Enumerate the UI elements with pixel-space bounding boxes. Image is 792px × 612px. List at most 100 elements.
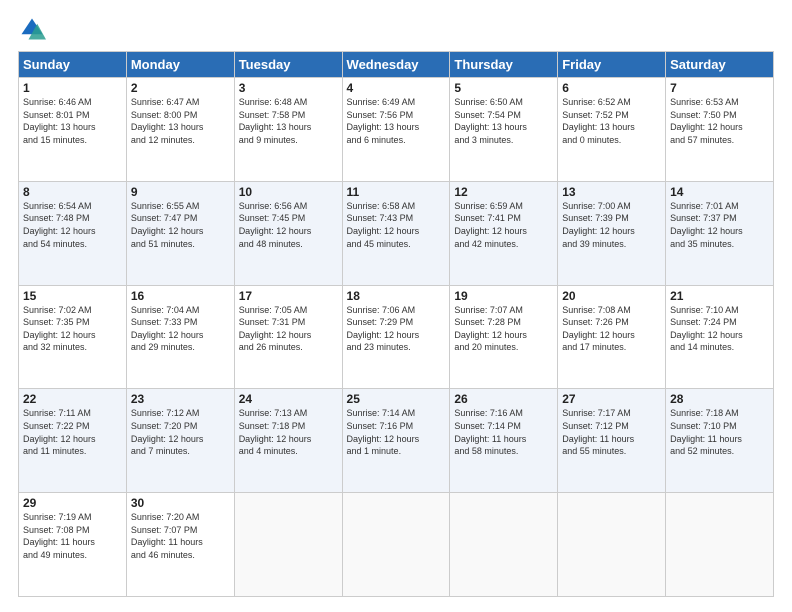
day-number: 28 <box>670 392 769 406</box>
logo <box>18 15 50 43</box>
calendar-cell: 25Sunrise: 7:14 AM Sunset: 7:16 PM Dayli… <box>342 389 450 493</box>
day-info: Sunrise: 7:11 AM Sunset: 7:22 PM Dayligh… <box>23 407 122 457</box>
header-cell-sunday: Sunday <box>19 52 127 78</box>
day-number: 30 <box>131 496 230 510</box>
calendar-cell: 29Sunrise: 7:19 AM Sunset: 7:08 PM Dayli… <box>19 493 127 597</box>
day-number: 16 <box>131 289 230 303</box>
day-number: 6 <box>562 81 661 95</box>
calendar-cell: 14Sunrise: 7:01 AM Sunset: 7:37 PM Dayli… <box>666 181 774 285</box>
header-cell-friday: Friday <box>558 52 666 78</box>
day-info: Sunrise: 7:12 AM Sunset: 7:20 PM Dayligh… <box>131 407 230 457</box>
day-number: 29 <box>23 496 122 510</box>
day-number: 23 <box>131 392 230 406</box>
day-number: 3 <box>239 81 338 95</box>
calendar-cell: 23Sunrise: 7:12 AM Sunset: 7:20 PM Dayli… <box>126 389 234 493</box>
day-info: Sunrise: 6:59 AM Sunset: 7:41 PM Dayligh… <box>454 200 553 250</box>
calendar-cell: 13Sunrise: 7:00 AM Sunset: 7:39 PM Dayli… <box>558 181 666 285</box>
calendar-cell: 12Sunrise: 6:59 AM Sunset: 7:41 PM Dayli… <box>450 181 558 285</box>
day-number: 18 <box>347 289 446 303</box>
header-cell-wednesday: Wednesday <box>342 52 450 78</box>
calendar-cell: 30Sunrise: 7:20 AM Sunset: 7:07 PM Dayli… <box>126 493 234 597</box>
calendar-cell: 10Sunrise: 6:56 AM Sunset: 7:45 PM Dayli… <box>234 181 342 285</box>
day-number: 4 <box>347 81 446 95</box>
day-number: 22 <box>23 392 122 406</box>
day-info: Sunrise: 6:56 AM Sunset: 7:45 PM Dayligh… <box>239 200 338 250</box>
day-number: 8 <box>23 185 122 199</box>
day-info: Sunrise: 7:13 AM Sunset: 7:18 PM Dayligh… <box>239 407 338 457</box>
calendar-week-2: 8Sunrise: 6:54 AM Sunset: 7:48 PM Daylig… <box>19 181 774 285</box>
day-info: Sunrise: 6:55 AM Sunset: 7:47 PM Dayligh… <box>131 200 230 250</box>
calendar-week-4: 22Sunrise: 7:11 AM Sunset: 7:22 PM Dayli… <box>19 389 774 493</box>
calendar-cell: 5Sunrise: 6:50 AM Sunset: 7:54 PM Daylig… <box>450 78 558 182</box>
day-info: Sunrise: 6:48 AM Sunset: 7:58 PM Dayligh… <box>239 96 338 146</box>
day-number: 12 <box>454 185 553 199</box>
day-number: 19 <box>454 289 553 303</box>
day-number: 14 <box>670 185 769 199</box>
page-header <box>18 15 774 43</box>
day-number: 15 <box>23 289 122 303</box>
calendar-cell: 26Sunrise: 7:16 AM Sunset: 7:14 PM Dayli… <box>450 389 558 493</box>
header-row: SundayMondayTuesdayWednesdayThursdayFrid… <box>19 52 774 78</box>
day-info: Sunrise: 7:18 AM Sunset: 7:10 PM Dayligh… <box>670 407 769 457</box>
calendar-cell: 28Sunrise: 7:18 AM Sunset: 7:10 PM Dayli… <box>666 389 774 493</box>
header-cell-monday: Monday <box>126 52 234 78</box>
day-info: Sunrise: 6:50 AM Sunset: 7:54 PM Dayligh… <box>454 96 553 146</box>
day-number: 7 <box>670 81 769 95</box>
calendar-cell <box>666 493 774 597</box>
day-number: 5 <box>454 81 553 95</box>
calendar-week-5: 29Sunrise: 7:19 AM Sunset: 7:08 PM Dayli… <box>19 493 774 597</box>
day-info: Sunrise: 7:07 AM Sunset: 7:28 PM Dayligh… <box>454 304 553 354</box>
day-number: 11 <box>347 185 446 199</box>
day-number: 2 <box>131 81 230 95</box>
header-cell-tuesday: Tuesday <box>234 52 342 78</box>
calendar-cell: 27Sunrise: 7:17 AM Sunset: 7:12 PM Dayli… <box>558 389 666 493</box>
day-number: 27 <box>562 392 661 406</box>
calendar-cell: 9Sunrise: 6:55 AM Sunset: 7:47 PM Daylig… <box>126 181 234 285</box>
day-info: Sunrise: 7:17 AM Sunset: 7:12 PM Dayligh… <box>562 407 661 457</box>
day-number: 17 <box>239 289 338 303</box>
calendar-cell: 21Sunrise: 7:10 AM Sunset: 7:24 PM Dayli… <box>666 285 774 389</box>
day-number: 1 <box>23 81 122 95</box>
header-cell-thursday: Thursday <box>450 52 558 78</box>
calendar-cell: 16Sunrise: 7:04 AM Sunset: 7:33 PM Dayli… <box>126 285 234 389</box>
day-number: 9 <box>131 185 230 199</box>
day-info: Sunrise: 7:16 AM Sunset: 7:14 PM Dayligh… <box>454 407 553 457</box>
calendar-cell: 11Sunrise: 6:58 AM Sunset: 7:43 PM Dayli… <box>342 181 450 285</box>
calendar-cell: 4Sunrise: 6:49 AM Sunset: 7:56 PM Daylig… <box>342 78 450 182</box>
calendar-cell: 20Sunrise: 7:08 AM Sunset: 7:26 PM Dayli… <box>558 285 666 389</box>
day-info: Sunrise: 7:14 AM Sunset: 7:16 PM Dayligh… <box>347 407 446 457</box>
logo-icon <box>18 15 46 43</box>
calendar-cell: 19Sunrise: 7:07 AM Sunset: 7:28 PM Dayli… <box>450 285 558 389</box>
day-number: 21 <box>670 289 769 303</box>
day-info: Sunrise: 7:02 AM Sunset: 7:35 PM Dayligh… <box>23 304 122 354</box>
calendar-cell <box>450 493 558 597</box>
day-info: Sunrise: 6:53 AM Sunset: 7:50 PM Dayligh… <box>670 96 769 146</box>
calendar-week-3: 15Sunrise: 7:02 AM Sunset: 7:35 PM Dayli… <box>19 285 774 389</box>
calendar-body: 1Sunrise: 6:46 AM Sunset: 8:01 PM Daylig… <box>19 78 774 597</box>
day-info: Sunrise: 7:10 AM Sunset: 7:24 PM Dayligh… <box>670 304 769 354</box>
day-info: Sunrise: 6:52 AM Sunset: 7:52 PM Dayligh… <box>562 96 661 146</box>
day-info: Sunrise: 7:05 AM Sunset: 7:31 PM Dayligh… <box>239 304 338 354</box>
day-info: Sunrise: 7:00 AM Sunset: 7:39 PM Dayligh… <box>562 200 661 250</box>
calendar-cell <box>342 493 450 597</box>
calendar-cell: 6Sunrise: 6:52 AM Sunset: 7:52 PM Daylig… <box>558 78 666 182</box>
calendar-cell: 17Sunrise: 7:05 AM Sunset: 7:31 PM Dayli… <box>234 285 342 389</box>
calendar-cell: 18Sunrise: 7:06 AM Sunset: 7:29 PM Dayli… <box>342 285 450 389</box>
day-number: 25 <box>347 392 446 406</box>
calendar-cell: 7Sunrise: 6:53 AM Sunset: 7:50 PM Daylig… <box>666 78 774 182</box>
day-number: 20 <box>562 289 661 303</box>
day-info: Sunrise: 6:49 AM Sunset: 7:56 PM Dayligh… <box>347 96 446 146</box>
day-info: Sunrise: 7:04 AM Sunset: 7:33 PM Dayligh… <box>131 304 230 354</box>
calendar-cell: 3Sunrise: 6:48 AM Sunset: 7:58 PM Daylig… <box>234 78 342 182</box>
day-info: Sunrise: 7:08 AM Sunset: 7:26 PM Dayligh… <box>562 304 661 354</box>
day-number: 26 <box>454 392 553 406</box>
day-info: Sunrise: 6:46 AM Sunset: 8:01 PM Dayligh… <box>23 96 122 146</box>
calendar-table: SundayMondayTuesdayWednesdayThursdayFrid… <box>18 51 774 597</box>
day-number: 13 <box>562 185 661 199</box>
calendar-cell: 24Sunrise: 7:13 AM Sunset: 7:18 PM Dayli… <box>234 389 342 493</box>
day-info: Sunrise: 7:20 AM Sunset: 7:07 PM Dayligh… <box>131 511 230 561</box>
day-info: Sunrise: 7:19 AM Sunset: 7:08 PM Dayligh… <box>23 511 122 561</box>
calendar-cell: 1Sunrise: 6:46 AM Sunset: 8:01 PM Daylig… <box>19 78 127 182</box>
calendar-header: SundayMondayTuesdayWednesdayThursdayFrid… <box>19 52 774 78</box>
day-number: 24 <box>239 392 338 406</box>
